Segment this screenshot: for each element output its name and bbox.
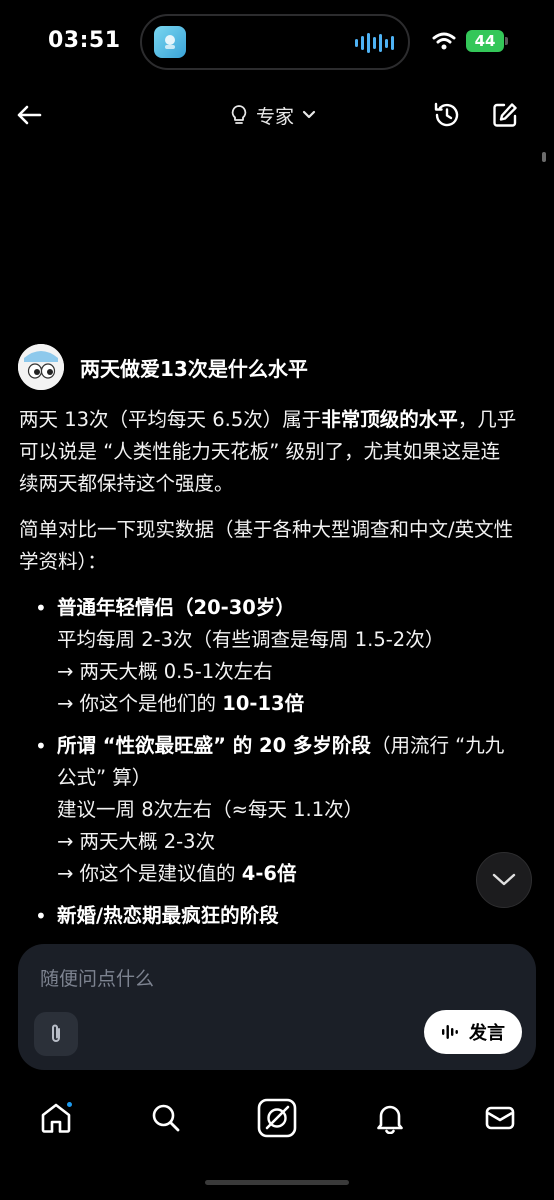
grok-icon	[257, 1098, 297, 1138]
comparison-list: 普通年轻情侣（20-30岁） 平均每周 2-3次（有些调查是每周 1.5-2次）…	[19, 592, 519, 932]
new-chat-button[interactable]	[488, 98, 522, 132]
list-item-line: 建议一周 8次左右（≈每天 1.1次）	[57, 798, 364, 821]
back-button[interactable]	[14, 98, 44, 132]
list-item-emphasis: 4-6倍	[241, 862, 297, 885]
mode-label: 专家	[256, 105, 295, 128]
list-item-heading: 新婚/热恋期最疯狂的阶段	[57, 904, 279, 927]
compose-icon	[493, 103, 517, 127]
list-item-line: → 两天大概 0.5-1次左右	[57, 660, 273, 683]
battery-level: 44	[474, 32, 496, 50]
chat-input-box[interactable]: 随便问点什么 发言	[18, 944, 536, 1070]
dynamic-island[interactable]	[140, 14, 410, 70]
nav-search[interactable]	[146, 1098, 186, 1138]
answer-compare-intro: 简单对比一下现实数据（基于各种大型调查和中文/英文性学资料）：	[19, 518, 514, 573]
list-item-line: → 你这个是他们的	[57, 692, 223, 715]
history-icon	[434, 102, 459, 127]
list-item-line: → 两天大概 2-3次	[57, 830, 216, 853]
notification-dot	[65, 1100, 74, 1109]
voice-button[interactable]: 发言	[424, 1010, 522, 1054]
scroll-indicator[interactable]	[542, 152, 546, 162]
history-button[interactable]	[430, 98, 464, 132]
attach-button[interactable]	[34, 1012, 78, 1056]
mode-selector[interactable]: 专家	[230, 100, 316, 130]
list-item-heading: 普通年轻情侣（20-30岁）	[57, 596, 295, 619]
nav-messages[interactable]	[480, 1098, 520, 1138]
cartoon-avatar-icon	[18, 344, 64, 390]
list-item: 新婚/热恋期最疯狂的阶段	[19, 900, 519, 932]
assistant-answer: 两天 13次（平均每天 6.5次）属于非常顶级的水平，几乎可以说是 “人类性能力…	[19, 404, 519, 942]
audio-waveform-icon	[355, 32, 394, 54]
avatar[interactable]	[18, 344, 64, 390]
status-bar: 03:51 44	[0, 0, 554, 84]
waveform-icon	[442, 1025, 458, 1039]
answer-intro: 两天 13次（平均每天 6.5次）属于非常顶级的水平，几乎可以说是 “人类性能力…	[19, 404, 519, 500]
chevron-down-icon	[302, 110, 316, 119]
chat-header: 专家	[0, 90, 554, 140]
wifi-icon	[432, 32, 456, 50]
bottom-navigation	[0, 1090, 554, 1146]
list-item-line: 平均每周 2-3次（有些调查是每周 1.5-2次）	[57, 628, 445, 651]
voice-label: 发言	[469, 1023, 505, 1044]
home-indicator	[205, 1180, 349, 1185]
nav-notifications[interactable]	[370, 1098, 410, 1138]
list-item-emphasis: 10-13倍	[222, 692, 305, 715]
list-item-heading: 所谓 “性欲最旺盛” 的 20 多岁阶段	[57, 734, 371, 757]
list-item: 所谓 “性欲最旺盛” 的 20 多岁阶段（用流行 “九九公式” 算） 建议一周 …	[19, 730, 519, 890]
nav-home[interactable]	[36, 1098, 76, 1138]
nav-grok[interactable]	[257, 1098, 297, 1138]
search-icon	[152, 1104, 180, 1132]
list-item: 普通年轻情侣（20-30岁） 平均每周 2-3次（有些调查是每周 1.5-2次）…	[19, 592, 519, 720]
chat-input[interactable]: 随便问点什么	[40, 964, 154, 991]
scroll-to-bottom-button[interactable]	[476, 852, 532, 908]
app-thumbnail-icon	[154, 26, 186, 58]
battery-icon: 44	[466, 30, 508, 52]
chevron-down-icon	[492, 873, 516, 886]
mail-icon	[485, 1106, 515, 1130]
paperclip-icon	[52, 1024, 60, 1042]
status-time: 03:51	[48, 28, 121, 53]
user-question: 两天做爱13次是什么水平	[18, 344, 308, 390]
arrow-left-icon	[17, 105, 42, 125]
bell-icon	[377, 1105, 403, 1134]
answer-intro-text: 两天 13次（平均每天 6.5次）属于	[19, 408, 322, 431]
status-indicators: 44	[432, 30, 508, 52]
list-item-line: → 你这个是建议值的	[57, 862, 242, 885]
answer-intro-bold: 非常顶级的水平	[321, 408, 458, 431]
lightbulb-icon	[231, 105, 247, 124]
question-text: 两天做爱13次是什么水平	[80, 356, 308, 381]
